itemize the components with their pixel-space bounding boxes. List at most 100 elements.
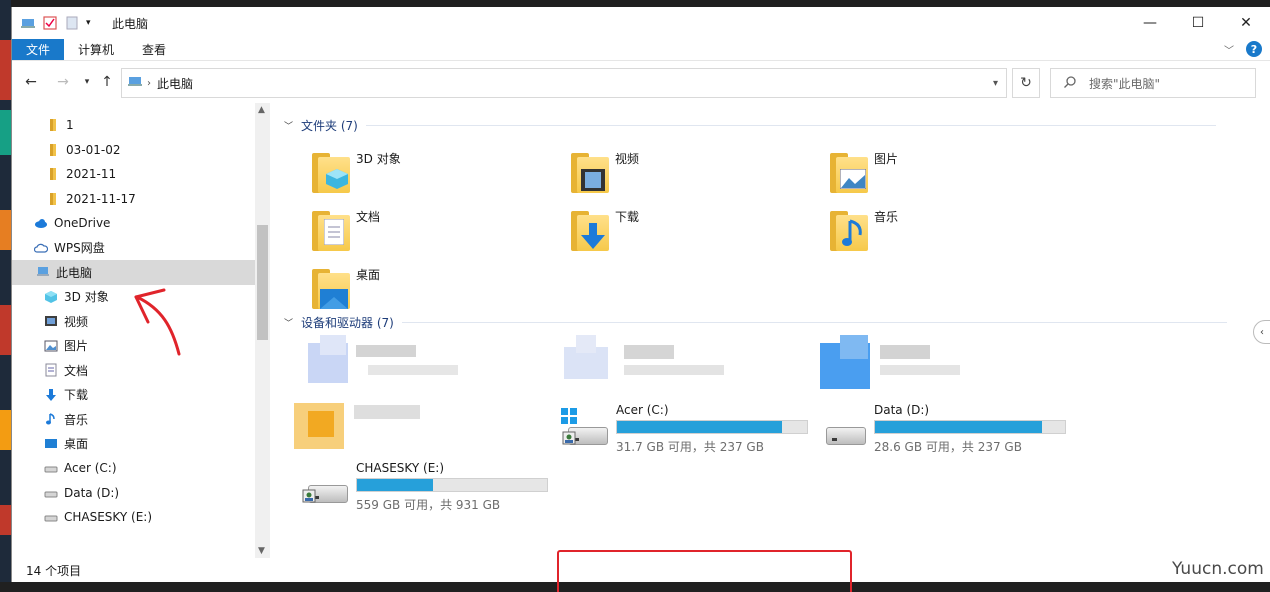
- file-explorer-window: ▾ 此电脑 — ☐ ✕ 文件 计算机 查看 ﹀ ? ← → ▾ ↑ › 此电脑 …: [11, 7, 1270, 592]
- search-icon: [1063, 75, 1077, 92]
- folder-3d-objects[interactable]: 3D 对象: [308, 147, 401, 195]
- nav-item[interactable]: 1: [12, 113, 255, 138]
- nav-item[interactable]: 下载: [12, 383, 255, 408]
- nav-item[interactable]: 图片: [12, 334, 255, 359]
- help-icon[interactable]: ?: [1246, 41, 1262, 57]
- drive-icon: [818, 403, 870, 451]
- nav-item[interactable]: 音乐: [12, 407, 255, 432]
- nav-item-label: 1: [66, 118, 74, 133]
- forward-button[interactable]: →: [50, 74, 76, 90]
- 3d-objects-folder-icon: [308, 147, 352, 195]
- desktop-folder-icon: [308, 263, 352, 311]
- close-button[interactable]: ✕: [1222, 7, 1270, 39]
- maximize-button[interactable]: ☐: [1174, 7, 1222, 39]
- drive-name: CHASESKY (E:): [356, 461, 445, 475]
- nav-item-label: CHASESKY (E:): [64, 510, 153, 525]
- documents-folder-icon: [308, 205, 352, 253]
- blurred-device-tile[interactable]: [308, 335, 468, 393]
- nav-item[interactable]: 文档: [12, 358, 255, 383]
- nav-item[interactable]: WPS网盘: [12, 236, 255, 261]
- nav-item[interactable]: 2021-11-17: [12, 187, 255, 212]
- devices-group-header[interactable]: ﹀ 设备和驱动器 (7): [284, 314, 1227, 331]
- nav-item[interactable]: CHASESKY (E:): [12, 505, 255, 530]
- window-title: 此电脑: [112, 16, 149, 31]
- scroll-down-icon[interactable]: ▼: [258, 546, 265, 556]
- folders-group-header[interactable]: ﹀ 文件夹 (7): [284, 117, 1216, 134]
- folder-icon: [46, 118, 60, 132]
- collapse-chevron-icon[interactable]: ﹀: [284, 316, 293, 329]
- breadcrumb-separator-icon[interactable]: ›: [147, 78, 151, 89]
- content-pane: ﹀ 文件夹 (7) 3D 对象 视频 图片文档 下载 音乐桌面 ﹀ 设备和驱动器 (7)…: [280, 103, 1255, 592]
- title-bar: ▾ 此电脑 — ☐ ✕: [12, 7, 1270, 39]
- customize-dropdown-icon[interactable]: ▾: [86, 15, 102, 31]
- nav-item[interactable]: Data (D:): [12, 481, 255, 506]
- expand-ribbon-icon[interactable]: ﹀: [1224, 42, 1234, 57]
- ribbon-tabs: 文件 计算机 查看 ﹀ ?: [12, 39, 1270, 61]
- address-dropdown-icon[interactable]: ▾: [993, 78, 998, 89]
- refresh-button[interactable]: ↻: [1012, 68, 1040, 98]
- nav-scrollbar-thumb[interactable]: [257, 225, 268, 340]
- drive-usage-bar: [874, 420, 1066, 434]
- drive-icon: [44, 486, 58, 500]
- up-button[interactable]: ↑: [94, 74, 120, 90]
- documents-icon: [44, 363, 58, 377]
- nav-item-label: 桌面: [64, 437, 89, 452]
- nav-item[interactable]: 03-01-02: [12, 138, 255, 163]
- search-placeholder: 搜索"此电脑": [1089, 76, 1161, 91]
- music-folder-icon: [826, 205, 870, 253]
- nav-scrollbar[interactable]: ▲ ▼: [255, 103, 270, 558]
- folder-label: 下载: [615, 210, 640, 224]
- search-input[interactable]: 搜索"此电脑": [1050, 68, 1256, 98]
- folder-desktop[interactable]: 桌面: [308, 263, 380, 311]
- nav-item-label: 下载: [64, 388, 89, 403]
- blurred-device-tile[interactable]: [820, 335, 980, 393]
- tab-view[interactable]: 查看: [128, 39, 180, 60]
- preview-toggle-button[interactable]: ‹: [1253, 320, 1270, 344]
- folder-videos[interactable]: 视频: [567, 147, 639, 195]
- tab-computer[interactable]: 计算机: [64, 39, 128, 60]
- address-bar[interactable]: › 此电脑 ▾: [121, 68, 1007, 98]
- nav-item-label: 03-01-02: [66, 142, 121, 157]
- back-button[interactable]: ←: [18, 74, 44, 90]
- drive-free-space: 31.7 GB 可用，共 237 GB: [616, 440, 764, 454]
- 3d-objects-icon: [44, 290, 58, 304]
- computer-icon: [20, 15, 36, 31]
- nav-item[interactable]: 桌面: [12, 432, 255, 457]
- drive-c[interactable]: Acer (C:) 31.7 GB 可用，共 237 GB: [560, 403, 808, 455]
- folder-downloads[interactable]: 下载: [567, 205, 639, 253]
- downloads-folder-icon: [567, 205, 611, 253]
- drive-icon: [300, 461, 352, 509]
- nav-item[interactable]: OneDrive: [12, 211, 255, 236]
- nav-item-label: 视频: [64, 314, 89, 329]
- nav-item[interactable]: Acer (C:): [12, 456, 255, 481]
- nav-item[interactable]: 此电脑: [12, 260, 255, 285]
- nav-item-label: 2021-11-17: [66, 191, 136, 206]
- folder-icon: [46, 143, 60, 157]
- pictures-icon: [44, 339, 58, 353]
- nav-item-label: 音乐: [64, 412, 89, 427]
- blurred-device-tile[interactable]: [564, 335, 724, 393]
- cloud-icon: [33, 241, 49, 255]
- nav-item-label: 文档: [64, 363, 89, 378]
- properties-icon[interactable]: [42, 15, 58, 31]
- minimize-button[interactable]: —: [1126, 7, 1174, 39]
- nav-item[interactable]: 视频: [12, 309, 255, 334]
- folder-icon: [46, 167, 60, 181]
- folder-documents[interactable]: 文档: [308, 205, 380, 253]
- nav-item[interactable]: 2021-11: [12, 162, 255, 187]
- nav-item-label: 3D 对象: [64, 290, 109, 305]
- breadcrumb-this-pc[interactable]: 此电脑: [157, 75, 193, 92]
- new-folder-icon[interactable]: [64, 15, 80, 31]
- folder-icon: [46, 192, 60, 206]
- folder-music[interactable]: 音乐: [826, 205, 898, 253]
- folder-pictures[interactable]: 图片: [826, 147, 898, 195]
- drive-d[interactable]: Data (D:) 28.6 GB 可用，共 237 GB: [818, 403, 1066, 455]
- tab-file[interactable]: 文件: [12, 39, 65, 60]
- nav-item[interactable]: 3D 对象: [12, 285, 255, 310]
- collapse-chevron-icon[interactable]: ﹀: [284, 119, 293, 132]
- blurred-device-tile[interactable]: [294, 395, 424, 453]
- scroll-up-icon[interactable]: ▲: [258, 105, 265, 115]
- nav-item-label: WPS网盘: [54, 241, 105, 256]
- drive-e[interactable]: CHASESKY (E:) 559 GB 可用，共 931 GB: [300, 461, 548, 513]
- computer-icon: [36, 265, 50, 279]
